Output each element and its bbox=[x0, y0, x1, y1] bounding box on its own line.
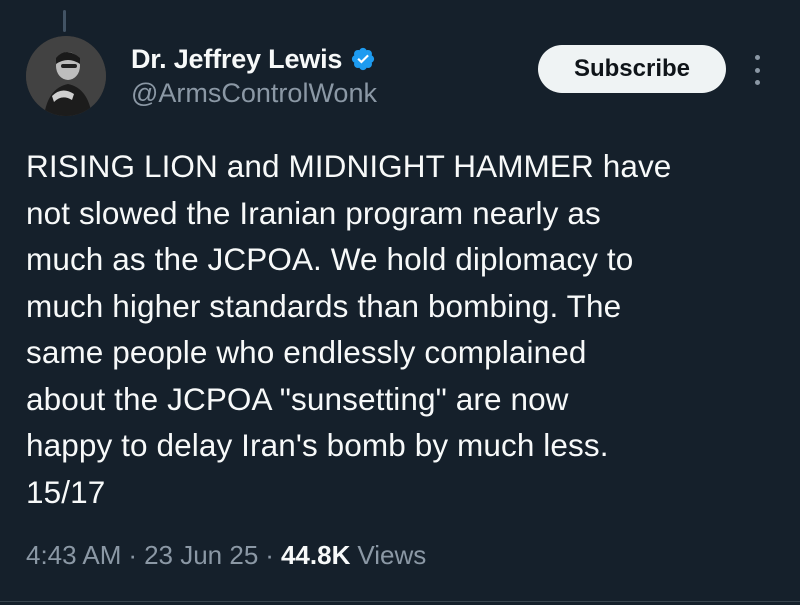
divider bbox=[0, 601, 800, 602]
author-info: Dr. Jeffrey Lewis @ArmsControlWonk bbox=[131, 42, 377, 109]
more-vertical-icon[interactable] bbox=[747, 55, 767, 85]
metadata-separator: · bbox=[265, 540, 274, 570]
author-display-name[interactable]: Dr. Jeffrey Lewis bbox=[131, 44, 342, 75]
author-handle[interactable]: @ArmsControlWonk bbox=[131, 78, 377, 109]
verified-badge-icon bbox=[350, 46, 376, 72]
tweet-metadata: 4:43 AM · 23 Jun 25 · 44.8K Views bbox=[26, 540, 426, 571]
tweet-text: RISING LION and MIDNIGHT HAMMER have not… bbox=[26, 148, 672, 510]
tweet-time[interactable]: 4:43 AM bbox=[26, 540, 121, 571]
thread-connector-line bbox=[63, 10, 66, 32]
views-count[interactable]: 44.8K bbox=[281, 540, 350, 571]
more-dot bbox=[754, 67, 760, 73]
views-label: Views bbox=[357, 540, 427, 570]
metadata-separator: · bbox=[128, 540, 138, 570]
tweet-date[interactable]: 23 Jun 25 bbox=[144, 540, 258, 571]
subscribe-button[interactable]: Subscribe bbox=[538, 45, 726, 93]
avatar[interactable] bbox=[26, 36, 106, 116]
more-dot bbox=[754, 55, 760, 60]
more-dot bbox=[754, 80, 760, 85]
